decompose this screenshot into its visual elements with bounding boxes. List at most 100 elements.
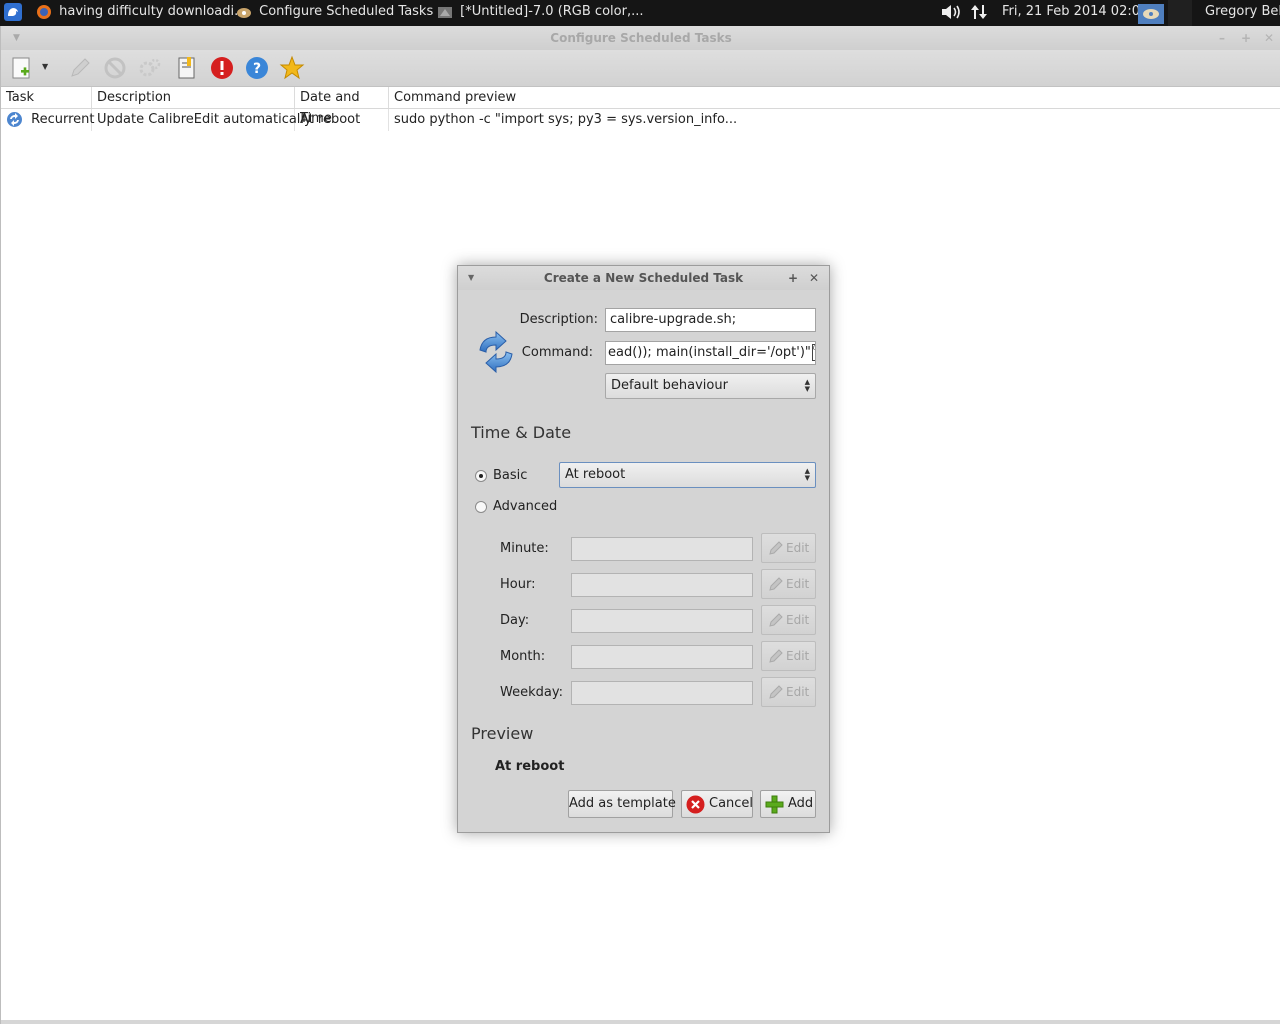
month-label: Month: [500,649,546,664]
app-menu-button[interactable] [4,0,22,26]
maximize-icon[interactable]: + [1241,26,1251,50]
add-as-template-button[interactable]: Add as template [568,790,676,818]
taskbar-item-scheduled-tasks[interactable]: Configure Scheduled Tasks [236,0,433,26]
gimp-icon [438,6,452,18]
basic-schedule-select[interactable]: At reboot ▲ ▼ [559,462,816,488]
tray-app-button[interactable] [1138,2,1164,24]
time-date-heading: Time & Date [471,423,572,442]
print-button[interactable] [174,55,200,81]
basic-radio[interactable] [475,470,487,482]
pencil-icon [769,649,783,663]
dialog-maximize-icon[interactable]: + [788,266,798,290]
recurrent-task-icon [479,330,513,374]
report-bug-button[interactable] [209,55,235,81]
column-header-description[interactable]: Description [92,87,295,108]
chevron-down-icon: ▼ [42,62,49,71]
recurrent-refresh-icon [7,112,22,127]
error-exclamation-icon [211,57,233,79]
hour-input[interactable] [571,573,753,597]
new-task-button[interactable] [9,55,35,81]
taskbar-item-gimp[interactable]: [*Untitled]-7.0 (RGB color,... [437,0,643,26]
dialog-titlebar[interactable]: ▼ Create a New Scheduled Task + ✕ [458,266,829,290]
dialog-title: Create a New Scheduled Task [543,271,744,285]
day-input[interactable] [571,609,753,633]
star-icon [279,55,305,80]
basic-schedule-value: At reboot [565,467,626,482]
run-now-button[interactable] [137,55,163,81]
weekday-edit-button[interactable]: Edit [761,677,816,707]
close-icon[interactable]: ✕ [1264,26,1274,50]
cancel-label: Cancel [709,796,754,811]
firefox-icon [37,4,51,19]
user-name[interactable]: Gregory Bell [1205,0,1280,26]
volume-button[interactable] [940,0,962,26]
description-cell: Update CalibreEdit automatically [92,109,312,131]
help-button[interactable]: ? [244,55,270,81]
panel-separator [1168,0,1192,26]
command-input[interactable]: ead()); main(install_dir='/opt')"00 0Afi [605,341,816,365]
xfce-mouse-icon [4,2,22,21]
volume-icon [942,4,960,19]
window-titlebar[interactable]: ▼ Configure Scheduled Tasks – + ✕ [1,26,1280,50]
column-header-datetime[interactable]: Date and Time [295,87,389,126]
updown-arrow-icon: ▲ ▼ [804,467,810,482]
datetime-cell: At reboot [295,109,389,131]
command-label: Command: [521,345,593,360]
network-button[interactable] [970,0,988,26]
weekday-edit-label: Edit [786,685,810,699]
month-edit-button[interactable]: Edit [761,641,816,671]
task-type: Recurrent [31,112,95,127]
weekday-label: Weekday: [500,685,563,700]
table-row[interactable]: Recurrent Update CalibreEdit automatical… [1,109,1280,131]
updown-arrow-icon: ▲ ▼ [804,378,810,393]
toolbar: ▼ ? [1,50,1280,87]
taskbar-item-browser[interactable]: having difficulty downloadi... [36,0,247,26]
add-plus-icon [765,795,784,814]
top-panel: having difficulty downloadi... Configure… [0,0,1280,26]
day-edit-label: Edit [786,613,810,627]
minute-edit-button[interactable]: Edit [761,533,816,563]
add-as-template-label: Add as template [569,796,676,811]
behaviour-value: Default behaviour [611,378,728,393]
pencil-icon [769,613,783,627]
taskbar-item-label: [*Untitled]-7.0 (RGB color,... [460,4,644,19]
preview-heading: Preview [471,724,534,743]
dialog-close-icon[interactable]: ✕ [809,266,819,290]
preview-value: At reboot [495,759,565,774]
month-input[interactable] [571,645,753,669]
day-edit-button[interactable]: Edit [761,605,816,635]
basic-label[interactable]: Basic [493,468,527,483]
advanced-radio[interactable] [475,501,487,513]
hour-edit-button[interactable]: Edit [761,569,816,599]
cancel-button[interactable]: Cancel [681,790,753,818]
minute-input[interactable] [571,537,753,561]
minimize-icon[interactable]: – [1219,26,1225,50]
advanced-label[interactable]: Advanced [493,499,557,514]
weekday-input[interactable] [571,681,753,705]
column-header-command[interactable]: Command preview [389,87,1280,108]
window-bottom-border [1,1020,1280,1024]
window-menu-icon[interactable]: ▼ [13,26,20,50]
forbidden-icon [104,57,126,79]
column-header-task[interactable]: Task [1,87,92,108]
modify-button[interactable] [67,55,93,81]
description-input[interactable]: calibre-upgrade.sh; [605,308,816,332]
command-text: ead()); main(install_dir='/opt')" [608,345,811,360]
favorite-button[interactable] [279,55,305,81]
new-task-dropdown[interactable]: ▼ [39,55,53,81]
clock[interactable]: Fri, 21 Feb 2014 02:04 [1002,0,1148,26]
disable-button[interactable] [102,55,128,81]
notes-icon [178,57,195,79]
minute-label: Minute: [500,541,549,556]
add-button[interactable]: Add [760,790,816,818]
day-label: Day: [500,613,530,628]
description-label: Description: [519,312,598,327]
dialog-menu-icon[interactable]: ▼ [468,266,474,290]
new-task-dialog: ▼ Create a New Scheduled Task + ✕ Descri… [457,265,830,833]
behaviour-select[interactable]: Default behaviour ▲ ▼ [605,373,816,399]
pencil-icon [71,58,90,77]
pencil-icon [769,577,783,591]
help-question-icon: ? [246,57,268,79]
task-cell: Recurrent [1,109,95,131]
pencil-icon [769,685,783,699]
